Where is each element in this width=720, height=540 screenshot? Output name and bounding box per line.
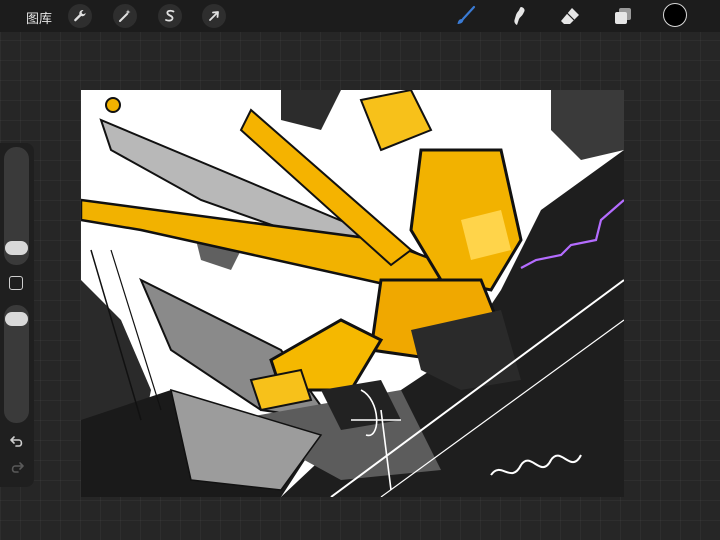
modify-square-icon[interactable]: [9, 276, 23, 290]
layers-icon: [615, 8, 631, 24]
selection-s-icon: [165, 9, 175, 22]
drawing-canvas[interactable]: [81, 90, 624, 497]
transform-button[interactable]: [202, 4, 226, 28]
brush-size-handle[interactable]: [5, 241, 28, 255]
actions-wrench-button[interactable]: [68, 4, 92, 28]
eraser-button[interactable]: [557, 4, 583, 28]
eraser-icon: [561, 8, 579, 24]
layers-button[interactable]: [610, 4, 636, 28]
left-sidebar: [0, 143, 34, 487]
brush-size-slider[interactable]: [4, 147, 29, 265]
color-picker-button[interactable]: [663, 3, 687, 27]
adjustments-button[interactable]: [113, 4, 137, 28]
undo-button[interactable]: [8, 433, 26, 451]
redo-button[interactable]: [8, 459, 26, 477]
undo-icon: [10, 436, 23, 447]
selection-button[interactable]: [158, 4, 182, 28]
arrow-transform-icon: [209, 11, 219, 21]
smudge-button[interactable]: [506, 4, 532, 28]
top-toolbar: 图库: [0, 0, 720, 32]
brush-button[interactable]: [452, 4, 478, 28]
smudge-icon: [514, 7, 525, 25]
wrench-icon: [74, 10, 86, 22]
brush-icon: [457, 5, 476, 24]
gallery-button[interactable]: 图库: [26, 8, 52, 27]
artwork-illustration: [81, 90, 624, 497]
brush-opacity-handle[interactable]: [5, 312, 28, 326]
magic-wand-icon: [119, 9, 131, 22]
redo-icon: [11, 462, 24, 473]
brush-opacity-slider[interactable]: [4, 305, 29, 423]
